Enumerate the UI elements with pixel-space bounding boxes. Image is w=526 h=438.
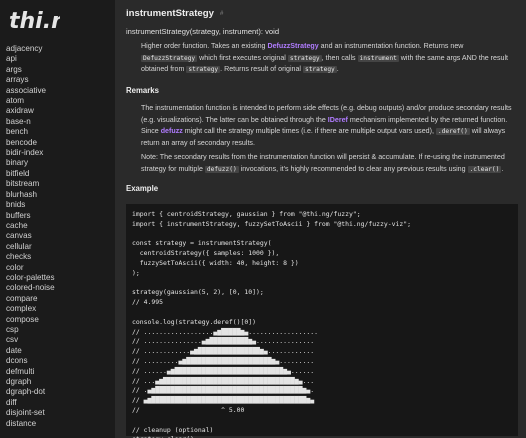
inline-code: strategy [287, 54, 322, 62]
sidebar-item[interactable]: distance [6, 419, 55, 429]
sidebar-item[interactable]: bencode [6, 138, 55, 148]
example-code: import { centroidStrategy, gaussian } fr… [132, 210, 412, 438]
inline-code: defuzz() [204, 165, 239, 173]
sidebar-item[interactable]: api [6, 54, 55, 64]
sidebar-item[interactable]: csv [6, 335, 55, 345]
sidebar-item[interactable]: date [6, 346, 55, 356]
sidebar-item[interactable]: checks [6, 252, 55, 262]
sidebar-item[interactable]: colored-noise [6, 283, 55, 293]
sidebar-item[interactable]: cellular [6, 242, 55, 252]
sidebar-item[interactable]: bitstream [6, 179, 55, 189]
sidebar-item[interactable]: arrays [6, 75, 55, 85]
sidebar-item[interactable]: complex [6, 304, 55, 314]
defuzz-link[interactable]: defuzz [161, 127, 183, 135]
sidebar-item[interactable]: dgraph [6, 377, 55, 387]
sidebar-item[interactable]: bitfield [6, 169, 55, 179]
note-paragraph: Note: The secondary results from the ins… [141, 153, 505, 173]
thi-ng-logo[interactable]: thi.ng [8, 7, 60, 33]
sidebar-item[interactable]: blurhash [6, 190, 55, 200]
example-heading: Example [126, 184, 159, 193]
sidebar-item[interactable]: bidir-index [6, 148, 55, 158]
doc-main: instrumentStrategy # instrumentStrategy(… [115, 0, 526, 438]
sidebar-item[interactable]: bench [6, 127, 55, 137]
sidebar-item[interactable]: compose [6, 315, 55, 325]
function-signature: instrumentStrategy(strategy, instrument)… [126, 27, 280, 36]
sidebar-item[interactable]: dgraph-dot [6, 387, 55, 397]
sidebar-item[interactable]: base-n [6, 117, 55, 127]
defuzz-strategy-link[interactable]: DefuzzStrategy [267, 42, 318, 50]
sidebar-item[interactable]: csp [6, 325, 55, 335]
remarks-paragraph: The instrumentation function is intended… [141, 104, 512, 147]
remarks-heading: Remarks [126, 86, 159, 95]
sidebar-item[interactable]: binary [6, 158, 55, 168]
sidebar-item[interactable]: defmulti [6, 367, 55, 377]
sidebar-item[interactable]: disjoint-set [6, 408, 55, 418]
example-code-block: import { centroidStrategy, gaussian } fr… [126, 204, 518, 438]
inline-code: strategy [186, 66, 221, 74]
sidebar-item[interactable]: args [6, 65, 55, 75]
sidebar-item[interactable]: cache [6, 221, 55, 231]
sidebar-item[interactable]: buffers [6, 211, 55, 221]
sidebar: thi.ng adjacencyapiargsarraysassociative… [0, 0, 115, 438]
inline-code: strategy [302, 66, 337, 74]
doc-title: instrumentStrategy # [126, 8, 518, 19]
description-paragraph: Higher order function. Takes an existing… [141, 42, 509, 74]
svg-text:thi.ng: thi.ng [9, 9, 60, 33]
sidebar-item[interactable]: color-palettes [6, 273, 55, 283]
sidebar-item[interactable]: bnids [6, 200, 55, 210]
sidebar-item[interactable]: dcons [6, 356, 55, 366]
sidebar-item[interactable]: axidraw [6, 106, 55, 116]
sidebar-item[interactable]: canvas [6, 231, 55, 241]
ideref-link[interactable]: IDeref [328, 116, 348, 124]
sidebar-item[interactable]: color [6, 263, 55, 273]
anchor-link[interactable]: # [220, 11, 223, 17]
inline-code: .deref() [435, 128, 470, 136]
sidebar-item[interactable]: diff [6, 398, 55, 408]
sidebar-item[interactable]: adjacency [6, 44, 55, 54]
inline-code: instrument [357, 54, 399, 62]
sidebar-item[interactable]: associative [6, 86, 55, 96]
sidebar-item[interactable]: atom [6, 96, 55, 106]
inline-code: DefuzzStrategy [141, 54, 198, 62]
package-nav-list: adjacency api args arrays associative atom axi… [6, 44, 55, 429]
doc-title-text: instrumentStrategy [126, 8, 214, 19]
inline-code: .clear() [467, 165, 502, 173]
sidebar-item[interactable]: compare [6, 294, 55, 304]
